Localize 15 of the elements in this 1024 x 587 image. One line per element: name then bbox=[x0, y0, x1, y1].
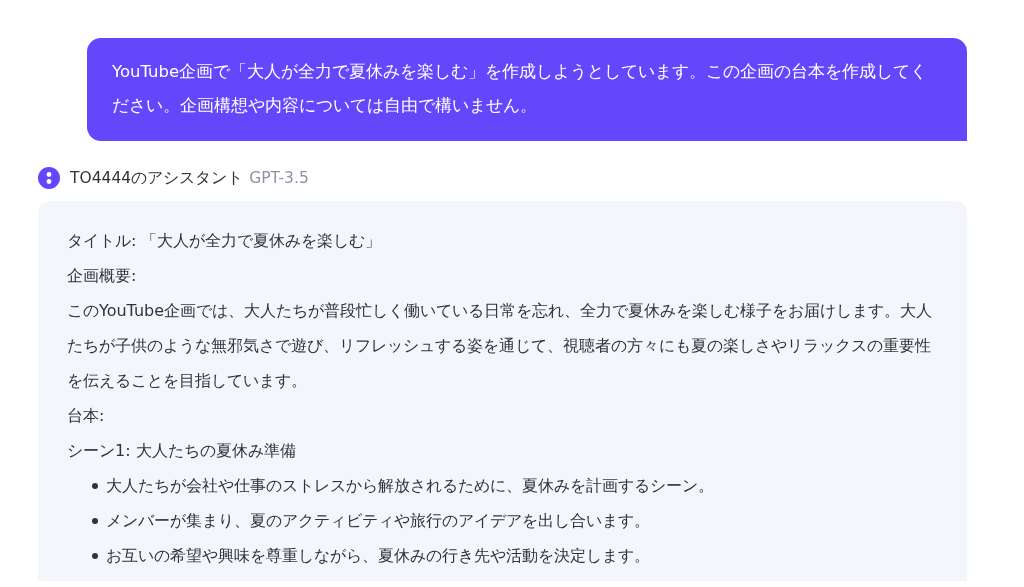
reply-text: 企画概要: bbox=[67, 265, 138, 287]
reply-text: このYouTube企画では、大人たちが普段忙しく働いている日常を忘れ、全力で夏休みを楽しむ様子をお届けします。大人たちが子供のような無邪気さで遊び、リフレッシュする姿を通じて、視聴者の方々にも夏の楽しさやリラックスの重要性を伝えることを目指しています。 bbox=[67, 300, 934, 392]
model-label: GPT-3.5 bbox=[249, 168, 309, 187]
user-message: YouTube企画で「大人が全力で夏休みを楽しむ」を作成しようとしています。この企画の台本を作成してください。企画構想や内容については自由で構いません。 bbox=[87, 38, 967, 141]
reply-text: シーン1: 大人たちの夏休み準備 bbox=[67, 440, 297, 462]
bullet-text: 大人たちが会社や仕事のストレスから解放されるために、夏休みを計画するシーン。 bbox=[106, 475, 714, 497]
bullet-icon bbox=[92, 517, 98, 524]
bullet-icon bbox=[92, 552, 98, 559]
bullet-icon bbox=[92, 482, 98, 489]
assistant-avatar-icon bbox=[38, 167, 60, 189]
bullet-text: メンバーが集まり、夏のアクティビティや旅行のアイデアを出し合います。 bbox=[106, 510, 650, 532]
reply-text: タイトル: 「大人が全力で夏休みを楽しむ」 bbox=[67, 230, 383, 252]
reply-text: 台本: bbox=[67, 405, 106, 427]
bullet-text: お互いの希望や興味を尊重しながら、夏休みの行き先や活動を決定します。 bbox=[106, 545, 650, 567]
assistant-name: TO4444のアシスタント bbox=[70, 168, 244, 187]
